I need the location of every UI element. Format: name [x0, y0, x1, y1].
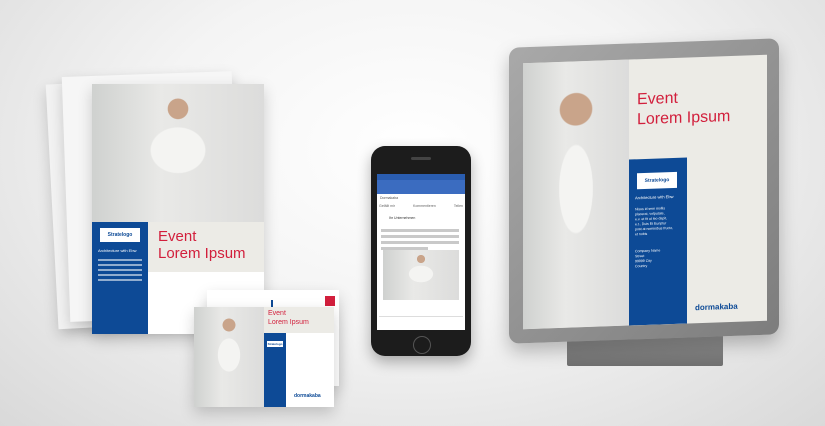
flyer-sublabel: Architecture with Ebw	[98, 248, 137, 253]
phone-page-title: Dormakaba	[380, 196, 399, 200]
smartphone: Dormakaba Gefällt mir Kommentieren Teile…	[371, 146, 471, 356]
postcard-navy-panel: Stratelogo	[264, 333, 286, 407]
postcard-back-corner	[325, 296, 335, 306]
flyer-logo: Stratelogo	[100, 228, 140, 242]
postcard-photo	[194, 307, 264, 407]
postcard-headline-2: Lorem Ipsum	[268, 319, 309, 326]
phone-post-text	[381, 226, 459, 253]
billboard-poster: Event Lorem Ipsum Stratelogo Architectur…	[523, 54, 767, 330]
phone-action-row: Gefällt mir Kommentieren Teilen	[379, 204, 463, 208]
phone-post-image	[383, 250, 459, 300]
phone-post-author: Ihr Unternehmen	[389, 216, 416, 220]
phone-action-share[interactable]: Teilen	[454, 204, 463, 208]
billboard-logo: Stratelogo	[637, 171, 677, 190]
billboard-frame: Event Lorem Ipsum Stratelogo Architectur…	[509, 38, 779, 344]
billboard-navy-panel: Stratelogo Architecture with Ebw Nisus i…	[629, 157, 687, 326]
flyer-text-lines	[98, 256, 142, 284]
phone-bottom-actions	[379, 316, 463, 323]
phone-home-button[interactable]	[413, 336, 431, 354]
postcard-logo: Stratelogo	[267, 341, 283, 347]
billboard-headline-1: Event	[637, 89, 678, 109]
billboard-photo	[523, 59, 629, 330]
flyer-navy-panel: Stratelogo Architecture with Ebw	[92, 222, 148, 334]
phone-action-comment[interactable]: Kommentieren	[413, 204, 436, 208]
postcard-headline-1: Event	[268, 310, 286, 317]
billboard-brand: dormakaba	[695, 301, 738, 313]
flyer-text-panel: Event Lorem Ipsum	[148, 222, 264, 272]
billboard-sublabel: Architecture with Ebw	[635, 193, 674, 201]
billboard-headline-2: Lorem Ipsum	[637, 107, 731, 129]
billboard-body: Nisus id sem mollis placerat, volputate,…	[635, 206, 674, 237]
phone-speaker	[411, 157, 431, 160]
phone-screen: Dormakaba Gefällt mir Kommentieren Teile…	[377, 174, 465, 330]
billboard-address: Company Name Street 99999 City Country	[635, 248, 661, 269]
phone-action-like[interactable]: Gefällt mir	[379, 204, 395, 208]
postcard-brand: dormakaba	[294, 393, 321, 399]
flyer-headline-2: Lorem Ipsum	[158, 245, 246, 262]
phone-nav-bar	[377, 180, 465, 194]
flyer-photo	[92, 84, 264, 222]
flyer-headline-1: Event	[158, 228, 197, 245]
postcard-front: Event Lorem Ipsum Stratelogo dormakaba	[194, 307, 334, 407]
postcard-headline-panel: Event Lorem Ipsum	[264, 307, 334, 333]
